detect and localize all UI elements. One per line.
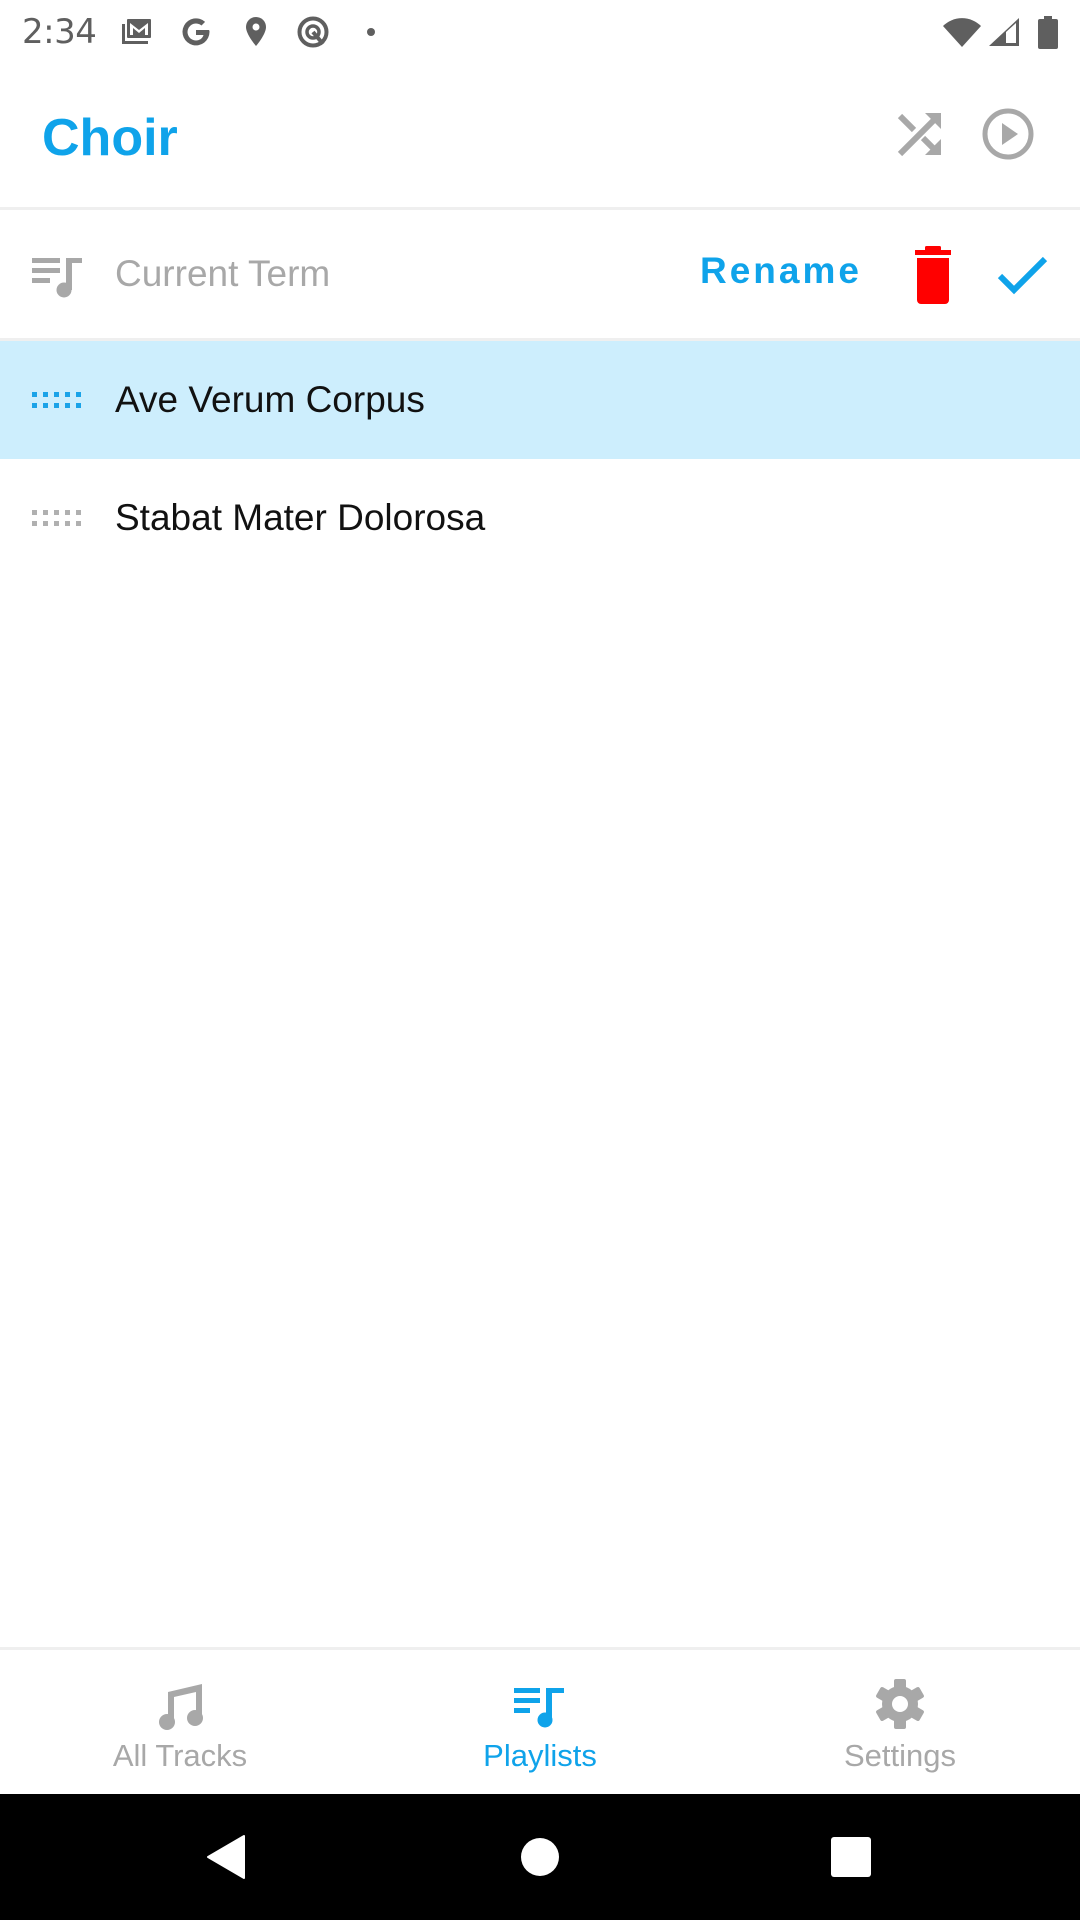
app-bar: Choir: [0, 64, 1080, 207]
status-time: 2:34: [22, 12, 97, 52]
playlist-name-input[interactable]: [115, 244, 655, 304]
cellular-signal-icon: [989, 18, 1019, 46]
tab-settings[interactable]: Settings: [720, 1650, 1080, 1794]
track-title: Ave Verum Corpus: [115, 379, 425, 420]
page-title: Choir: [42, 109, 178, 167]
shuffle-button[interactable]: [887, 102, 951, 166]
tab-label: Settings: [843, 1738, 956, 1773]
playlist-icon: [514, 1688, 564, 1728]
track-row[interactable]: Ave Verum Corpus: [0, 341, 1080, 459]
gmail-icon: [122, 19, 151, 44]
battery-icon: [1038, 16, 1058, 49]
google-icon: [182, 18, 210, 46]
track-row[interactable]: Stabat Mater Dolorosa: [0, 459, 1080, 577]
gear-icon: [876, 1679, 924, 1729]
at-sign-icon: [297, 16, 329, 48]
rename-button[interactable]: Rename: [700, 250, 862, 292]
tab-playlists[interactable]: Playlists: [360, 1650, 720, 1794]
wifi-icon: [943, 18, 981, 47]
confirm-button[interactable]: [995, 248, 1051, 304]
playlist-icon: [32, 258, 82, 298]
home-icon[interactable]: [517, 1834, 563, 1880]
trash-icon: [915, 246, 951, 304]
delete-playlist-button[interactable]: [905, 246, 961, 306]
play-button[interactable]: [976, 102, 1040, 166]
system-nav-bar: [0, 1794, 1080, 1920]
tab-all-tracks[interactable]: All Tracks: [0, 1650, 360, 1794]
bottom-nav: All Tracks Playlists Settings: [0, 1650, 1080, 1794]
music-note-icon: [159, 1684, 203, 1730]
playlist-edit-row: Rename: [0, 210, 1080, 338]
location-icon: [246, 17, 266, 46]
drag-handle-icon[interactable]: [32, 510, 82, 528]
drag-handle-icon[interactable]: [32, 392, 82, 410]
status-bar: 2:34: [0, 0, 1080, 64]
play-circle-icon: [982, 108, 1034, 160]
shuffle-icon: [897, 113, 941, 157]
back-icon[interactable]: [202, 1834, 248, 1880]
track-title: Stabat Mater Dolorosa: [115, 497, 486, 538]
dot-icon: [367, 28, 375, 36]
recents-icon[interactable]: [828, 1834, 874, 1880]
tab-label: Playlists: [483, 1738, 597, 1773]
check-icon: [997, 256, 1048, 295]
tab-label: All Tracks: [112, 1738, 248, 1773]
